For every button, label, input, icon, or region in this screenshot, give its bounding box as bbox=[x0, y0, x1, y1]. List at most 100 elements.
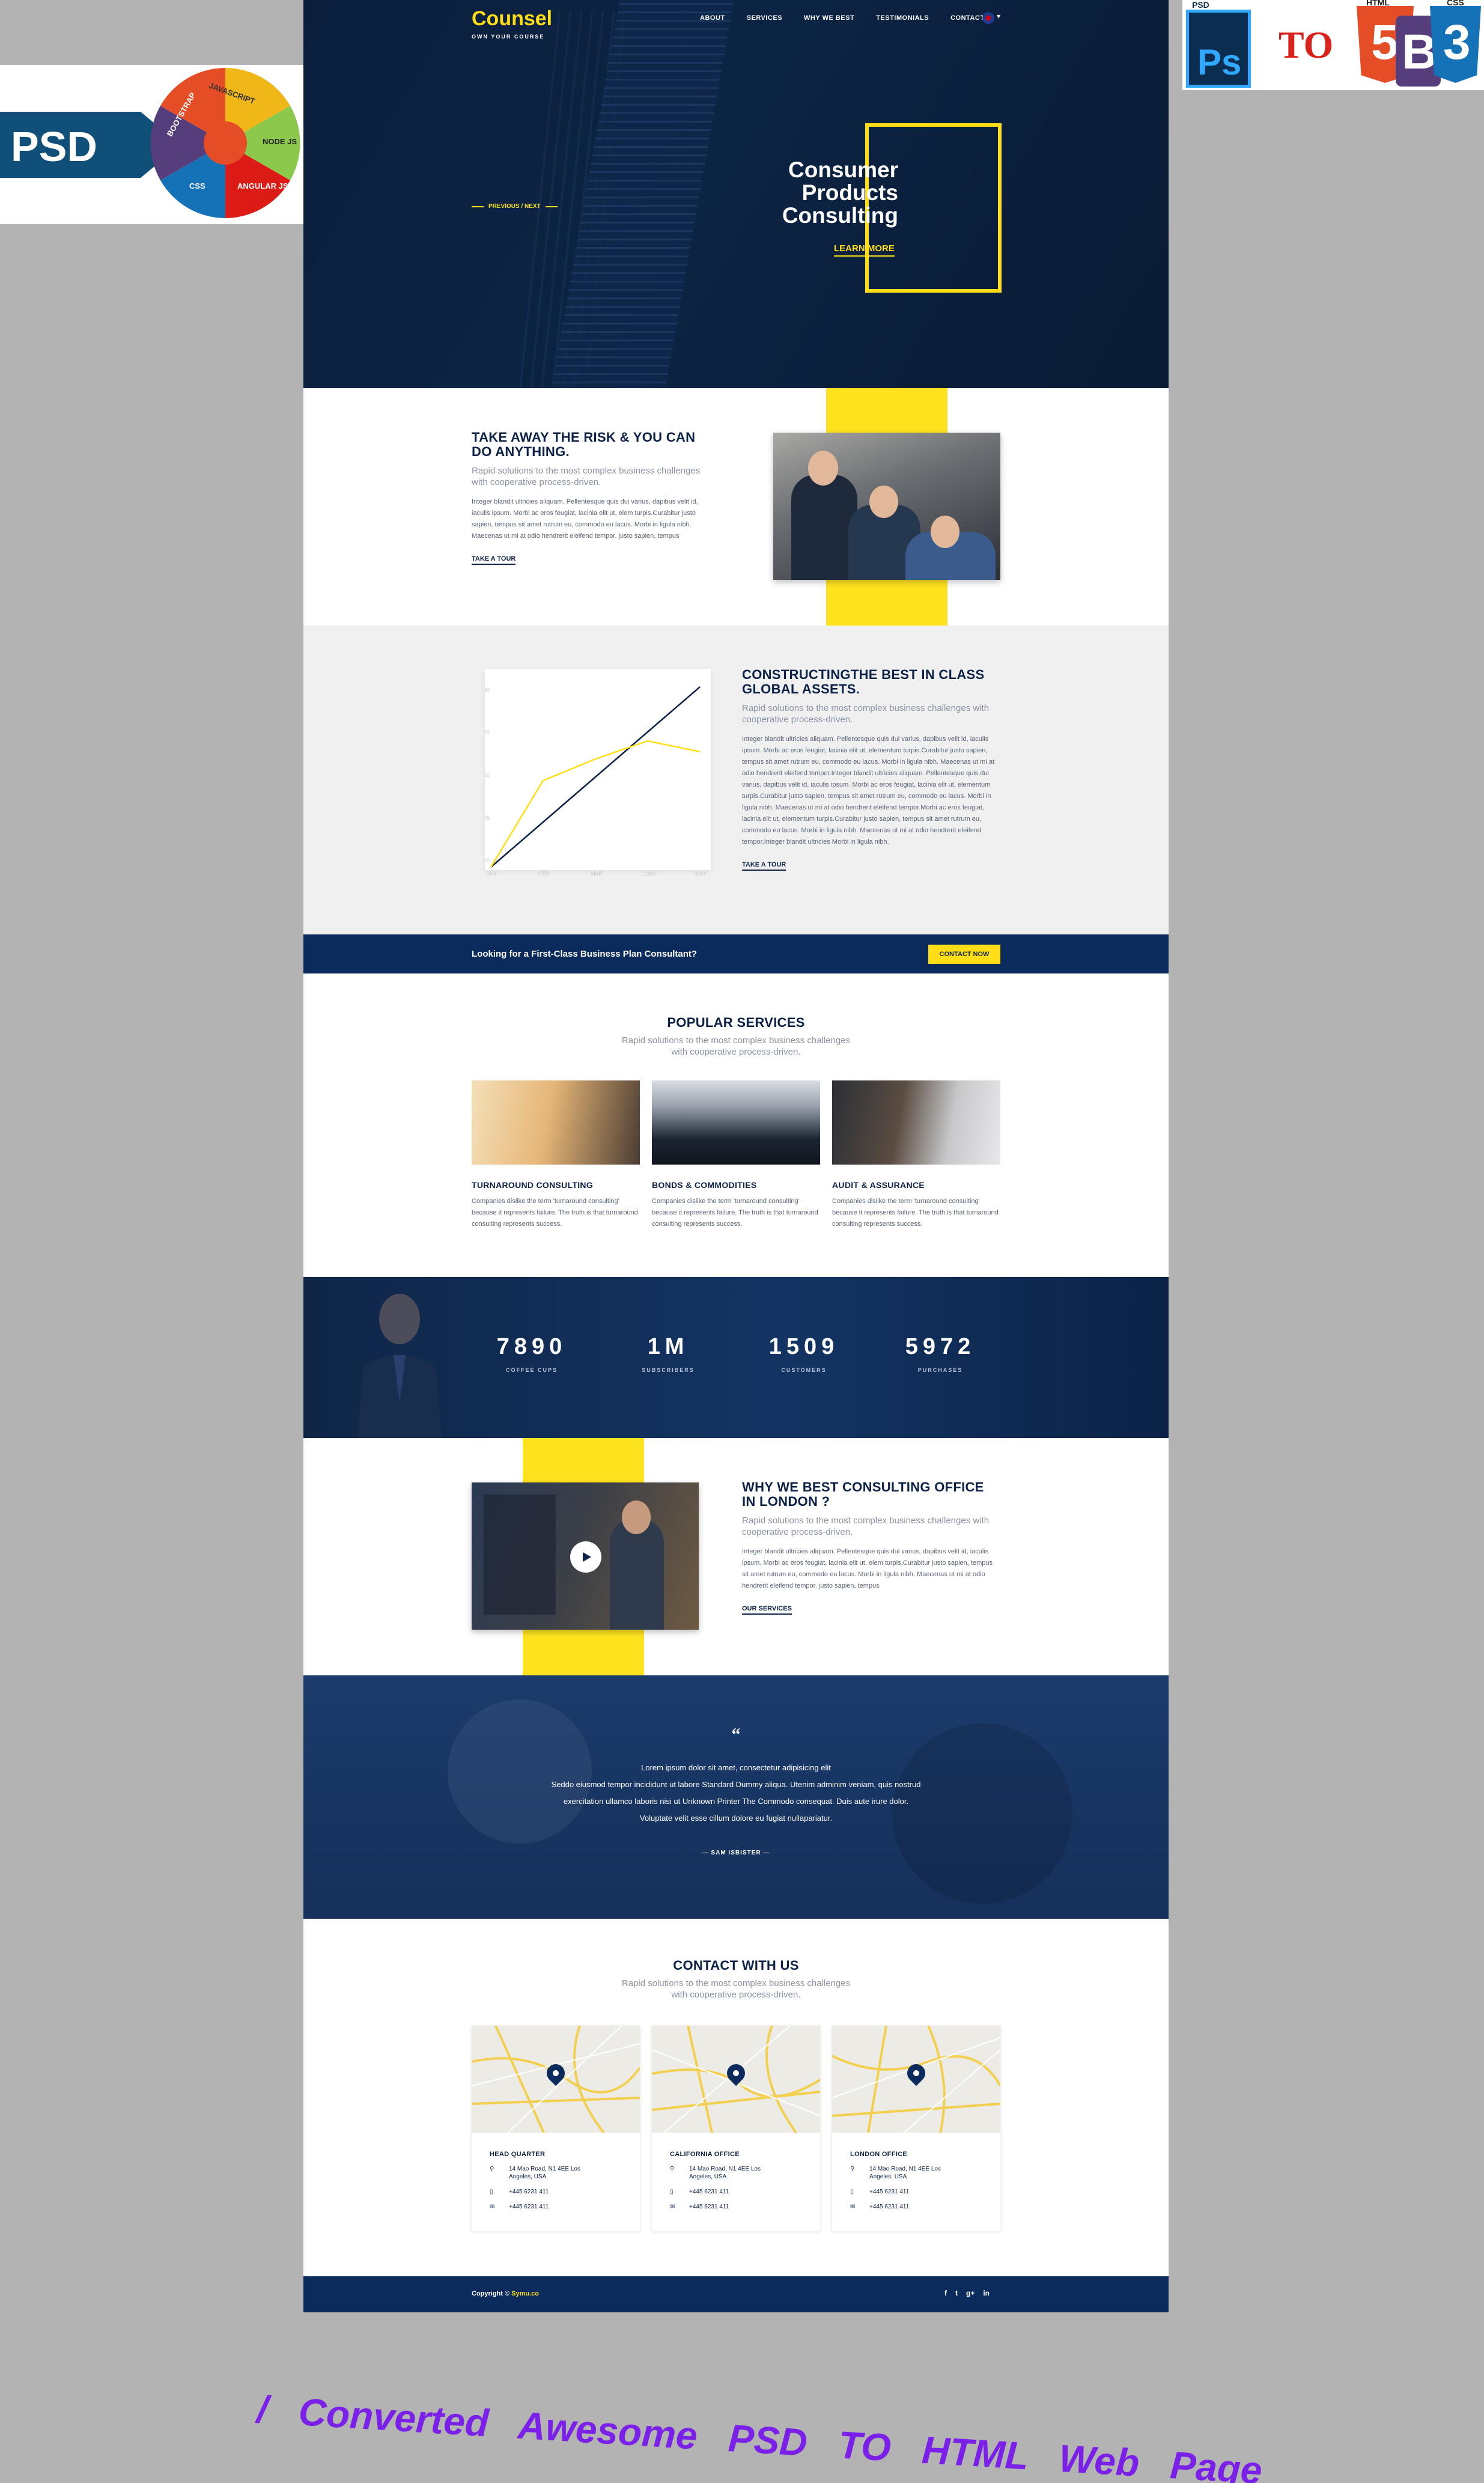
stat-number: 1509 bbox=[768, 1334, 839, 1359]
office-address-text: 14 Mao Road, N1 4EE Los Angeles, USA bbox=[869, 2166, 941, 2180]
global-assets-text: CONSTRUCTINGTHE BEST IN CLASS GLOBAL ASS… bbox=[742, 668, 1000, 871]
mail-icon: ✉ bbox=[490, 2204, 495, 2210]
stat-number: 1M bbox=[647, 1334, 689, 1359]
phone-icon: ▯ bbox=[850, 2189, 854, 2195]
take-a-tour-link[interactable]: TAKE A TOUR bbox=[472, 555, 516, 565]
ps-label: Ps bbox=[1197, 42, 1242, 82]
brand-name: Counsel bbox=[472, 7, 553, 30]
copyright-prefix: Copyright © bbox=[472, 2290, 512, 2297]
video-thumbnail[interactable] bbox=[472, 1482, 699, 1630]
office-address-text: 14 Mao Road, N1 4EE Los Angeles, USA bbox=[689, 2166, 761, 2180]
twitter-icon[interactable]: t bbox=[955, 2289, 958, 2297]
website-page: Counsel OWN YOUR COURSE ABOUT SERVICES W… bbox=[303, 0, 1169, 2312]
stat-number: 5972 bbox=[905, 1334, 976, 1359]
office-map[interactable] bbox=[652, 2026, 820, 2133]
chevron-down-icon[interactable]: ▾ bbox=[997, 12, 1000, 20]
brand-logo[interactable]: Counsel OWN YOUR COURSE bbox=[472, 7, 552, 41]
why-body: Integer blandit ultricies aliquam. Pelle… bbox=[742, 1548, 993, 1589]
nav-services[interactable]: SERVICES bbox=[747, 14, 782, 22]
quote-icon: “ bbox=[731, 1725, 741, 1744]
office-map[interactable] bbox=[472, 2026, 640, 2133]
office-card: CALIFORNIA OFFICE ⚲ 14 Mao Road, N1 4EE L… bbox=[652, 2026, 820, 2231]
x-tick-label: FEB bbox=[538, 871, 549, 876]
quote-line: Seddo eiusmod tempor incididunt ut labor… bbox=[551, 1780, 921, 1789]
quote-line: Lorem ipsum dolor sit amet, consectetur … bbox=[641, 1763, 831, 1772]
stat-number: 7890 bbox=[496, 1334, 567, 1359]
office-card: HEAD QUARTER ⚲ 14 Mao Road, N1 4EE Los An… bbox=[472, 2026, 640, 2231]
global-assets-body: Integer blandit ultricies aliquam. Pelle… bbox=[742, 736, 995, 845]
service-card[interactable]: TURNAROUND CONSULTING Companies dislike … bbox=[472, 1080, 640, 1230]
html-label: HTML bbox=[1366, 0, 1390, 7]
service-card[interactable]: AUDIT & ASSURANCE Companies dislike the … bbox=[832, 1080, 1000, 1230]
about-title: TAKE AWAY THE RISK & YOU CAN DO ANYTHING… bbox=[472, 430, 696, 459]
business-group-photo bbox=[652, 1080, 820, 1165]
service-card[interactable]: BONDS & COMMODITIES Companies dislike th… bbox=[652, 1080, 820, 1230]
office-phone-text: +445 6231 411 bbox=[869, 2189, 910, 2195]
video-barista-head bbox=[622, 1500, 651, 1534]
copyright-site-link[interactable]: Symu.co bbox=[511, 2290, 539, 2297]
testimonial-quote: Lorem ipsum dolor sit amet, consectetur … bbox=[484, 1759, 988, 1827]
contact-now-button[interactable]: CONTACT NOW bbox=[928, 945, 1000, 964]
office-email[interactable]: ✉ +445 6231 411 bbox=[490, 2203, 640, 2211]
service-body: Companies dislike the term 'turnaround c… bbox=[472, 1198, 638, 1228]
slider-nav[interactable]: PREVIOUS / NEXT bbox=[472, 203, 558, 210]
office-phone[interactable]: ▯ +445 6231 411 bbox=[670, 2188, 820, 2196]
site-footer: Copyright © Symu.co f t g+ in bbox=[303, 2276, 1169, 2312]
play-icon[interactable] bbox=[570, 1541, 601, 1573]
office-phone[interactable]: ▯ +445 6231 411 bbox=[850, 2188, 1000, 2196]
photo-person bbox=[791, 475, 857, 580]
x-tick-label: MAR bbox=[591, 871, 603, 876]
our-services-link[interactable]: OUR SERVICES bbox=[742, 1605, 792, 1615]
stat-label: SUBSCRIBERS bbox=[642, 1367, 695, 1373]
services-subtitle: Rapid solutions to the most complex busi… bbox=[621, 1035, 851, 1057]
testimonial-author: — SAM ISBISTER — bbox=[702, 1850, 770, 1856]
nav-contact[interactable]: CONTACT bbox=[950, 14, 984, 22]
stat-label: COFFEE CUPS bbox=[505, 1367, 558, 1373]
arrow-right-icon[interactable] bbox=[545, 206, 558, 207]
language-flag-icon[interactable] bbox=[982, 12, 994, 24]
series-line-0 bbox=[490, 686, 701, 868]
testimonial-section: “ Lorem ipsum dolor sit amet, consectetu… bbox=[303, 1675, 1169, 1919]
hero-title: Consumer Products Consulting bbox=[782, 157, 898, 228]
office-email-text: +445 6231 411 bbox=[509, 2204, 549, 2210]
quote-line: exercitation ullamco laboris nisi ut Unk… bbox=[563, 1797, 909, 1806]
office-email-text: +445 6231 411 bbox=[869, 2204, 910, 2210]
office-phone[interactable]: ▯ +445 6231 411 bbox=[490, 2188, 640, 2196]
learn-more-link[interactable]: LEARN MORE bbox=[834, 243, 895, 257]
photo-person-head bbox=[931, 516, 959, 548]
instagram-icon[interactable]: in bbox=[983, 2289, 990, 2297]
mail-icon: ✉ bbox=[670, 2204, 675, 2210]
office-map[interactable] bbox=[832, 2026, 1000, 2133]
office-address: ⚲ 14 Mao Road, N1 4EE Los Angeles, USA bbox=[670, 2165, 820, 2181]
x-tick-label: JUNE bbox=[643, 871, 657, 876]
slider-nav-label[interactable]: PREVIOUS / NEXT bbox=[488, 203, 541, 210]
stat-label: CUSTOMERS bbox=[781, 1367, 827, 1373]
service-body: Companies dislike the term 'turnaround c… bbox=[832, 1198, 999, 1228]
nav-why-we-best[interactable]: WHY WE BEST bbox=[804, 14, 854, 22]
stat-customers: 1509 CUSTOMERS bbox=[753, 1334, 855, 1373]
stat-label: PURCHASES bbox=[917, 1367, 963, 1373]
stat-coffee-cups: 7890 COFFEE CUPS bbox=[481, 1334, 583, 1373]
take-a-tour-link-2[interactable]: TAKE A TOUR bbox=[742, 861, 786, 871]
y-tick-label: 25 bbox=[485, 815, 490, 821]
video-bg-machine bbox=[484, 1494, 556, 1615]
about-body: Integer blandit ultricies aliquam. Pelle… bbox=[472, 498, 698, 540]
service-title: BONDS & COMMODITIES bbox=[652, 1180, 757, 1190]
office-email[interactable]: ✉ +445 6231 411 bbox=[670, 2203, 820, 2211]
services-title: POPULAR SERVICES bbox=[667, 1015, 805, 1030]
google-plus-icon[interactable]: g+ bbox=[966, 2289, 975, 2297]
nav-testimonials[interactable]: TESTIMONIALS bbox=[876, 14, 929, 22]
about-subtitle: Rapid solutions to the most complex busi… bbox=[472, 466, 701, 487]
office-address: ⚲ 14 Mao Road, N1 4EE Los Angeles, USA bbox=[490, 2165, 640, 2181]
facebook-icon[interactable]: f bbox=[944, 2289, 947, 2297]
nav-about[interactable]: ABOUT bbox=[700, 14, 725, 22]
tech-wheel-icon: JAVASCRIPT NODE JS ANGULAR JS CSS BOOTST… bbox=[150, 68, 300, 218]
why-section: WHY WE BEST CONSULTING OFFICE IN LONDON … bbox=[303, 1438, 1169, 1675]
office-email[interactable]: ✉ +445 6231 411 bbox=[850, 2203, 1000, 2211]
services-section: POPULAR SERVICES Rapid solutions to the … bbox=[303, 973, 1169, 1277]
psd-small-label: PSD bbox=[1192, 0, 1209, 10]
about-section: TAKE AWAY THE RISK & YOU CAN DO ANYTHING… bbox=[303, 388, 1169, 626]
arrow-left-icon[interactable] bbox=[472, 206, 484, 207]
promo-badge-left: PSD JAVASCRIPT NODE JS ANGULAR JS CSS BO… bbox=[0, 65, 303, 224]
service-title: TURNAROUND CONSULTING bbox=[472, 1180, 594, 1190]
